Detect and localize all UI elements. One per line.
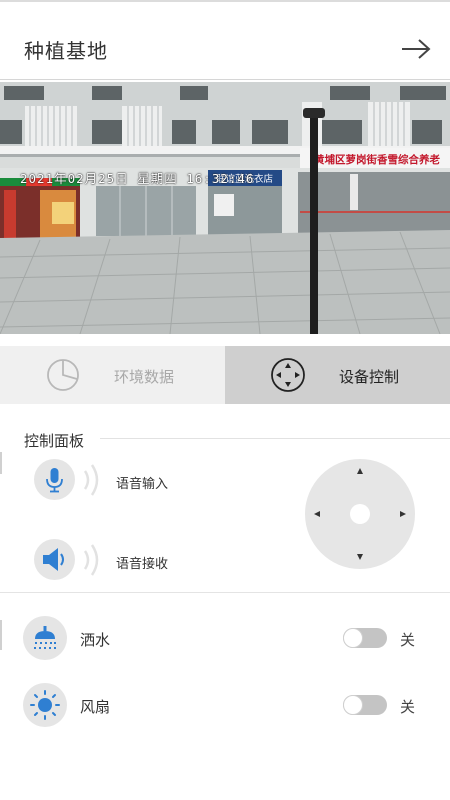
sound-waves-icon: [83, 464, 99, 496]
section-divider: [100, 438, 450, 439]
direction-pad[interactable]: [305, 459, 415, 569]
tab-environment-label: 环境数据: [114, 368, 175, 386]
dpad-up-arrow[interactable]: [357, 468, 363, 474]
camera-timestamp: 2021年02月25日 星期四 16:32:46: [20, 171, 255, 186]
store-sign-right: 黄埔区萝岗街香雪综合养老: [314, 153, 440, 166]
toggle-knob: [343, 628, 363, 648]
tab-device-control[interactable]: 设备控制: [225, 346, 450, 404]
fan-state: 关: [400, 698, 416, 716]
voice-input-label: 语音输入: [116, 477, 169, 492]
dpad-down-arrow[interactable]: [357, 554, 363, 560]
dpad-left-arrow[interactable]: [314, 511, 320, 517]
direction-pad-icon: [271, 358, 305, 392]
device-row-fan: 风扇 关: [0, 683, 450, 733]
voice-receive-label: 语音接收: [116, 557, 169, 572]
pie-chart-icon: [47, 359, 79, 391]
fan-toggle[interactable]: [343, 695, 387, 715]
app-screen: 种植基地 黄埔区萝岗街香雪综合养老 联谊蓝洗衣店 2021年02月25日 星期四…: [0, 0, 450, 800]
edge-marker: [0, 452, 2, 474]
top-bar: 种植基地: [0, 0, 450, 80]
sound-waves-icon: [83, 544, 99, 576]
sun-fan-icon: [23, 683, 67, 727]
tab-bar: 环境数据 设备控制: [0, 346, 450, 404]
dpad-right-arrow[interactable]: [400, 511, 406, 517]
sprinkler-icon: [23, 616, 67, 660]
sprinkler-label: 洒水: [80, 631, 111, 649]
microphone-icon: [34, 459, 75, 500]
toggle-knob: [343, 695, 363, 715]
tab-device-label: 设备控制: [339, 368, 400, 386]
section-divider: [0, 592, 450, 593]
tab-environment-data[interactable]: 环境数据: [0, 346, 225, 404]
arrow-right-icon[interactable]: [400, 38, 432, 60]
voice-receive-button[interactable]: 语音接收: [34, 539, 234, 583]
voice-input-button[interactable]: 语音输入: [34, 459, 234, 503]
sprinkler-toggle[interactable]: [343, 628, 387, 648]
fan-label: 风扇: [80, 698, 111, 716]
device-row-sprinkler: 洒水 关: [0, 616, 450, 666]
speaker-icon: [34, 539, 75, 580]
dpad-center-button[interactable]: [350, 504, 370, 524]
camera-scene: 黄埔区萝岗街香雪综合养老 联谊蓝洗衣店: [0, 82, 450, 334]
control-panel-title: 控制面板: [24, 432, 85, 450]
sprinkler-state: 关: [400, 631, 416, 649]
camera-feed[interactable]: 黄埔区萝岗街香雪综合养老 联谊蓝洗衣店 2021年02月25日 星期四 16:3…: [0, 82, 450, 334]
page-title: 种植基地: [24, 39, 108, 63]
